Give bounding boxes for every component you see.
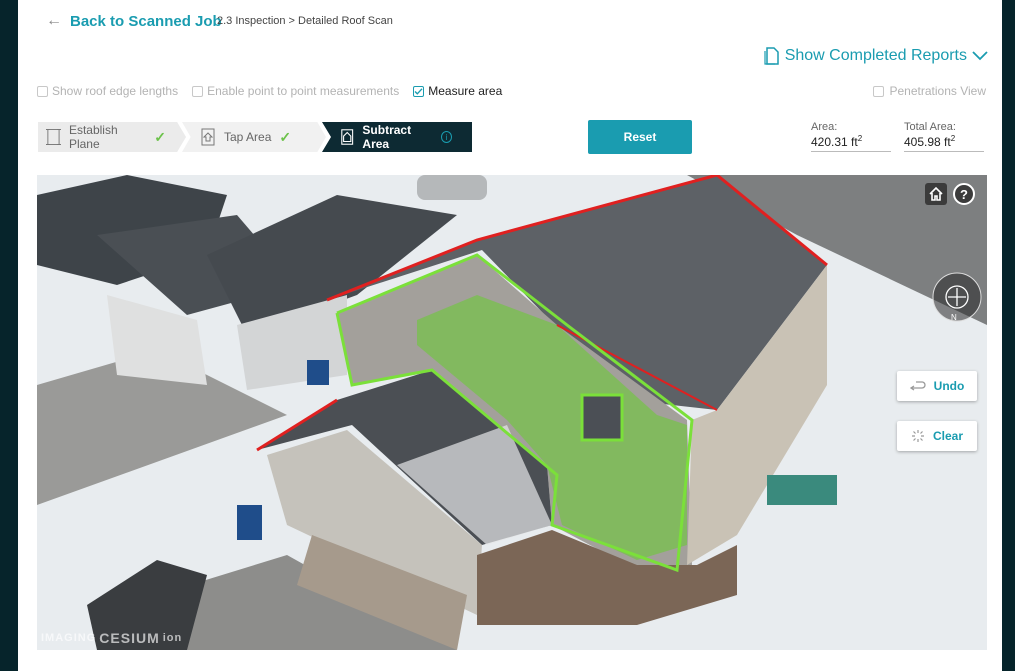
trash-bin [307, 360, 329, 385]
point-to-point-checkbox[interactable] [192, 85, 204, 97]
area-value: 420.31 ft [811, 135, 858, 149]
plane-icon [46, 129, 61, 145]
undo-icon [909, 381, 926, 391]
check-icon: ✓ [279, 128, 292, 145]
credit-suffix: ion [162, 632, 183, 644]
checkmark-icon [414, 87, 423, 95]
app-panel: ← Back to Scanned Job 2.3 Inspection > D… [18, 0, 1002, 671]
roof-edge-lengths-option[interactable]: Show roof edge lengths [37, 84, 178, 98]
cesium-logo: CESIUM [99, 630, 160, 646]
home-view-button[interactable] [925, 183, 947, 205]
back-label: Back to Scanned Job [70, 12, 222, 30]
step-subtract-area[interactable]: Subtract Area i [322, 122, 472, 152]
help-button[interactable]: ? [953, 183, 975, 205]
document-icon [764, 47, 779, 65]
penetrations-view-label: Penetrations View [889, 84, 986, 98]
measurement-options: Show roof edge lengths Enable point to p… [37, 84, 502, 98]
3d-viewer[interactable]: ? N Undo Clear IMAGING CESIUM ion [37, 175, 987, 650]
total-area-metric: Total Area: 405.98 ft2 [904, 121, 984, 152]
breadcrumb: 2.3 Inspection > Detailed Roof Scan [217, 15, 393, 27]
aerial-scene [37, 175, 987, 650]
step-label: Subtract Area [362, 123, 412, 151]
step-label: Tap Area [224, 130, 272, 144]
subtract-icon [341, 129, 354, 145]
tap-icon [201, 128, 215, 146]
arrow-left-icon: ← [46, 12, 62, 29]
imagery-credit: IMAGING CESIUM ion [41, 630, 182, 646]
step-establish-plane[interactable]: Establish Plane ✓ [38, 122, 186, 152]
point-to-point-label: Enable point to point measurements [207, 84, 400, 98]
roof-edge-lengths-checkbox[interactable] [37, 85, 48, 97]
area-value-field: 420.31 ft2 [811, 134, 891, 152]
check-icon: ✓ [154, 128, 166, 145]
compass-icon[interactable]: N [931, 271, 983, 323]
measure-area-label: Measure area [428, 84, 503, 98]
roof-edge-lengths-label: Show roof edge lengths [52, 84, 179, 98]
show-completed-reports-button[interactable]: Show Completed Reports [764, 47, 988, 65]
undo-button[interactable]: Undo [897, 371, 977, 401]
trash-bin [237, 505, 262, 540]
measure-area-option[interactable]: Measure area [413, 84, 502, 98]
total-area-label: Total Area: [904, 121, 956, 133]
step-tap-area[interactable]: Tap Area ✓ [182, 122, 326, 152]
area-metric: Area: 420.31 ft2 [811, 121, 891, 152]
measure-area-checkbox[interactable] [413, 85, 425, 97]
help-icon: ? [960, 186, 968, 202]
total-area-value: 405.98 ft [904, 135, 951, 149]
credit-prefix: IMAGING [41, 632, 97, 644]
clear-button[interactable]: Clear [897, 421, 977, 451]
clear-icon [911, 430, 924, 442]
total-area-value-field: 405.98 ft2 [904, 134, 984, 152]
playset [767, 475, 837, 505]
undo-label: Undo [933, 379, 965, 393]
info-icon[interactable]: i [440, 131, 452, 143]
step-label: Establish Plane [68, 123, 118, 151]
area-stepper: Establish Plane ✓ Tap Area ✓ Subtract Ar… [38, 122, 472, 152]
parked-car [417, 175, 487, 200]
reset-button[interactable]: Reset [588, 120, 692, 154]
point-to-point-option[interactable]: Enable point to point measurements [192, 84, 399, 98]
back-link[interactable]: ← Back to Scanned Job [46, 12, 222, 30]
area-unit-exponent: 2 [857, 134, 863, 143]
home-icon [929, 187, 943, 201]
total-unit-exponent: 2 [950, 134, 956, 143]
reports-label: Show Completed Reports [784, 47, 967, 64]
penetrations-view-option[interactable]: Penetrations View [873, 84, 986, 98]
penetrations-view-checkbox[interactable] [873, 85, 885, 97]
area-label: Area: [811, 121, 838, 133]
clear-label: Clear [932, 429, 964, 443]
window-outline [580, 393, 624, 442]
compass-north: N [951, 313, 957, 322]
chevron-down-icon [972, 51, 988, 61]
